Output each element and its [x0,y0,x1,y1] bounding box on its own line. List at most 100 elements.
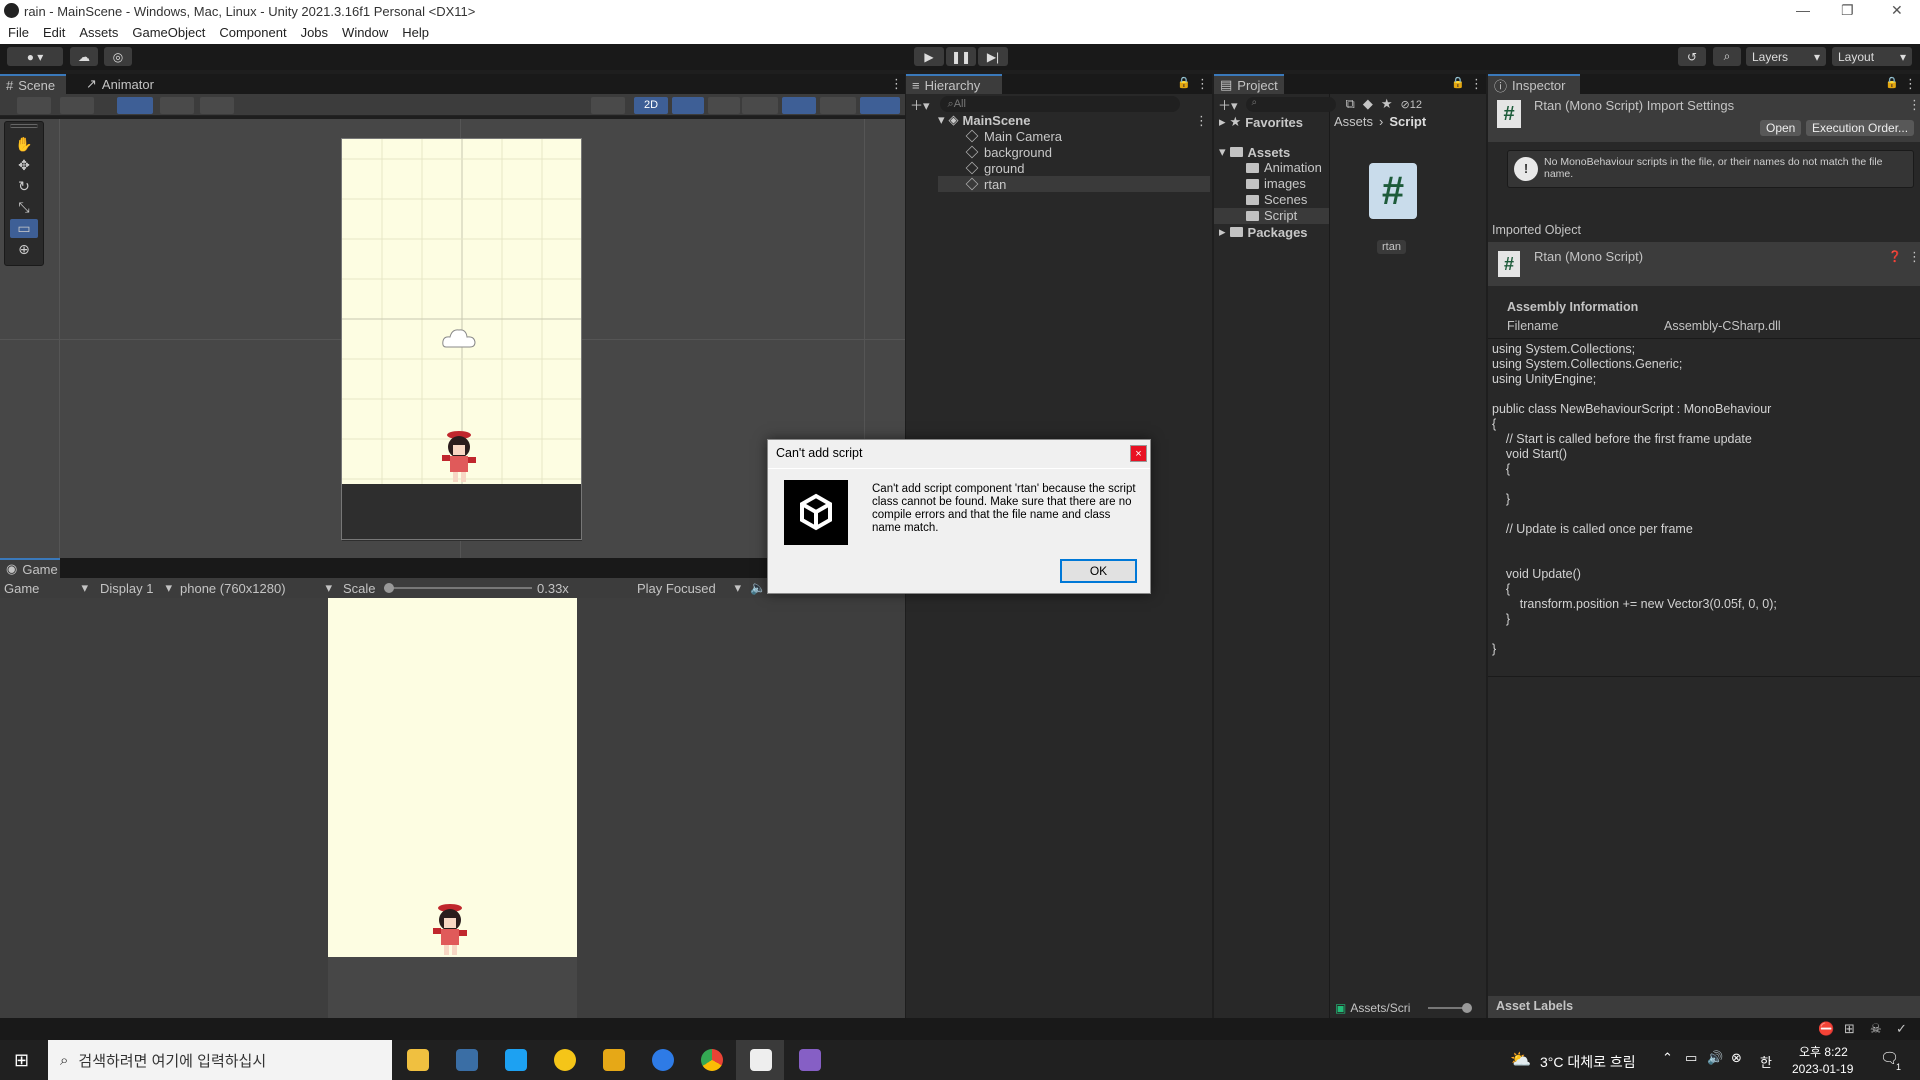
search-by-type-icon[interactable]: ⧉ [1346,96,1355,112]
folder-scenes[interactable]: Scenes [1246,192,1307,207]
tab-animator[interactable]: ↗ Animator [80,74,160,94]
unity-hub-icon[interactable] [750,1049,772,1071]
more-icon[interactable]: ⋮ [1904,76,1917,92]
store-icon[interactable] [456,1049,478,1071]
menu-help[interactable]: Help [402,25,429,40]
project-search-input[interactable]: ⌕ [1245,96,1336,112]
add-icon[interactable]: ＋▾ [1218,95,1238,114]
visual-studio-icon[interactable] [799,1049,821,1071]
favorites-node[interactable]: ▸ ★ Favorites [1219,114,1303,130]
increment-snap-button[interactable] [200,97,234,114]
gizmos-button[interactable] [860,97,900,114]
collab-icon[interactable]: ◎ [104,47,132,66]
transform-tool-icon[interactable]: ⊕ [10,240,38,259]
tab-scene[interactable]: # Scene [0,74,66,94]
bird-app-icon[interactable] [505,1049,527,1071]
hierarchy-item-background[interactable]: background [965,144,1052,160]
tab-hierarchy[interactable]: ≡ Hierarchy [906,74,1002,94]
clock-time[interactable]: 오후 8:22 [1799,1043,1848,1060]
hidden-objects-button[interactable] [782,97,816,114]
camera-button[interactable] [820,97,856,114]
restore-icon[interactable]: ❐ [1841,2,1854,19]
breadcrumb-root[interactable]: Assets [1334,114,1373,129]
more-icon[interactable]: ⋮ [1470,76,1483,92]
bug-icon[interactable]: ☠ [1870,1021,1882,1037]
hand-tool-icon[interactable]: ✋ [10,135,38,154]
open-button[interactable]: Open [1760,120,1802,136]
weather-icon[interactable]: ⛅ [1510,1050,1531,1070]
layers-dropdown[interactable]: Layers ▾ [1746,47,1826,66]
more-icon[interactable]: ⋮ [1908,97,1920,113]
tab-inspector[interactable]: ⓘ Inspector [1488,74,1580,94]
cloud-icon[interactable]: ☁ [70,47,98,66]
execution-order-button[interactable]: Execution Order... [1806,120,1915,136]
menu-file[interactable]: File [8,25,29,40]
more-icon[interactable]: ⋮ [1195,113,1208,129]
hierarchy-search-input[interactable]: ⌕ All [939,96,1180,112]
script-file-label[interactable]: rtan [1377,240,1406,254]
script-file-icon[interactable]: # [1369,163,1417,219]
file-explorer-icon[interactable] [407,1049,429,1071]
rotate-tool-icon[interactable]: ↻ [10,177,38,196]
scale-slider[interactable] [384,583,532,593]
camera-gizmo-icon[interactable] [440,325,478,353]
hierarchy-item-main-camera[interactable]: Main Camera [965,128,1062,144]
draw-mode-button[interactable] [17,97,51,114]
mute-audio-icon[interactable]: 🔈 [750,580,766,596]
search-icon[interactable]: ⌕ [1713,47,1741,66]
folder-images[interactable]: images [1246,176,1306,191]
folder-animation[interactable]: Animation [1246,160,1322,175]
account-button[interactable]: ● ▾ [7,47,63,66]
render-mode-button[interactable] [60,97,94,114]
ime-indicator[interactable]: 한 [1760,1052,1772,1071]
icon-size-slider[interactable] [1428,1003,1473,1013]
hierarchy-item-ground[interactable]: ground [965,160,1024,176]
lock-icon[interactable]: 🔒 [1885,76,1899,89]
menu-assets[interactable]: Assets [79,25,118,40]
hidden-packages-icon[interactable]: ⊘12 [1400,98,1421,111]
asset-labels-bar[interactable]: Asset Labels [1488,996,1920,1018]
grip-icon[interactable] [10,124,38,128]
lock-icon[interactable]: 🔒 [1177,76,1191,89]
pen-app-icon[interactable] [652,1049,674,1071]
star-icon[interactable]: ★ [1381,96,1393,112]
add-icon[interactable]: ＋▾ [910,95,930,114]
assets-node[interactable]: ▾ Assets [1219,144,1290,160]
ok-button[interactable]: OK [1060,559,1137,583]
pause-button[interactable]: ❚❚ [946,47,976,66]
volume-icon[interactable]: 🔊 [1707,1050,1723,1066]
resolution-select[interactable]: phone (760x1280) ▾ [180,580,332,596]
tab-project[interactable]: ▤ Project [1214,74,1284,94]
minimize-icon[interactable]: — [1796,2,1810,18]
tray-chevron-icon[interactable]: ⌃ [1662,1050,1673,1066]
search-by-label-icon[interactable]: ◆ [1363,96,1373,112]
more-icon[interactable]: ⋮ [1196,76,1209,92]
menu-edit[interactable]: Edit [43,25,65,40]
menu-component[interactable]: Component [219,25,286,40]
check-icon[interactable]: ✓ [1896,1021,1907,1037]
close-icon[interactable]: ✕ [1891,2,1903,19]
menu-jobs[interactable]: Jobs [301,25,328,40]
display-select[interactable]: Display 1 ▾ [100,580,172,596]
lighting-button[interactable] [672,97,704,114]
scene-root[interactable]: ▾ ◈ MainScene [938,112,1030,128]
hierarchy-item-rtan[interactable]: rtan [965,176,1006,192]
move-snap-button[interactable] [117,97,153,114]
clock-date[interactable]: 2023-01-19 [1792,1062,1853,1076]
scale-tool-icon[interactable]: ⤡ [10,198,38,217]
tab-game[interactable]: ◉ Game [0,558,60,578]
play-button[interactable]: ▶ [914,47,944,66]
icon-size-knob[interactable] [1462,1003,1473,1013]
network-icon[interactable]: ⊞ [1844,1021,1855,1037]
more-icon[interactable]: ⋮ [1908,249,1920,265]
windows-start-icon[interactable]: ⊞ [14,1050,29,1071]
weather-text[interactable]: 3°C 대체로 흐림 [1540,1052,1636,1072]
history-icon[interactable]: ↺ [1678,47,1706,66]
dialog-close-button[interactable]: × [1130,445,1147,462]
shading-button[interactable] [591,97,625,114]
grid-snap-button[interactable] [160,97,194,114]
taskbar-search-input[interactable]: ⌕ 검색하려면 여기에 입력하십시 [48,1040,392,1080]
layout-dropdown[interactable]: Layout ▾ [1832,47,1912,66]
rtan-character-sprite[interactable] [434,429,484,484]
breadcrumb-current[interactable]: Script [1389,114,1426,129]
